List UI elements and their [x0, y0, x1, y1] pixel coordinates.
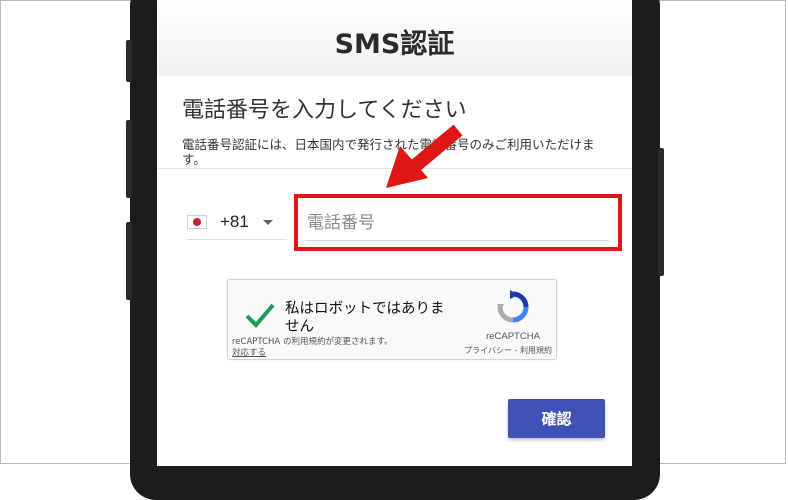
- phone-number-input[interactable]: [305, 206, 609, 241]
- checkmark-icon[interactable]: [244, 302, 276, 328]
- recaptcha-logo-icon: [497, 290, 529, 323]
- country-code-underline: [187, 239, 287, 240]
- recaptcha-checkbox-label: 私はロボットではありません: [285, 301, 445, 335]
- recaptcha-action-link[interactable]: 対応する: [232, 346, 266, 358]
- recaptcha-widget: 私はロボットではありません reCAPTCHA の利用規約が変更されます。 対応…: [227, 279, 557, 360]
- phone-side-button-top: [126, 40, 132, 82]
- recaptcha-brand: reCAPTCHA: [486, 331, 540, 342]
- page-title: SMS認証: [334, 29, 455, 60]
- chevron-down-icon: [262, 219, 273, 225]
- phone-side-button-right: [658, 148, 664, 276]
- form-heading: 電話番号を入力してください: [182, 98, 467, 123]
- phone-side-button-bottom: [126, 222, 132, 300]
- jp-flag-icon: [187, 215, 207, 229]
- confirm-button[interactable]: 確認: [508, 399, 605, 438]
- recaptcha-terms-link[interactable]: プライバシー - 利用規約: [446, 345, 552, 356]
- country-code-value: +81: [220, 212, 249, 231]
- phone-side-button-middle: [126, 120, 132, 198]
- title-bar: SMS認証: [157, 0, 632, 76]
- phone-screen: SMS認証 電話番号を入力してください 電話番号認証には、日本国内で発行された電…: [157, 0, 632, 466]
- red-arrow-icon: [386, 124, 463, 188]
- country-code-select[interactable]: +81: [187, 205, 287, 239]
